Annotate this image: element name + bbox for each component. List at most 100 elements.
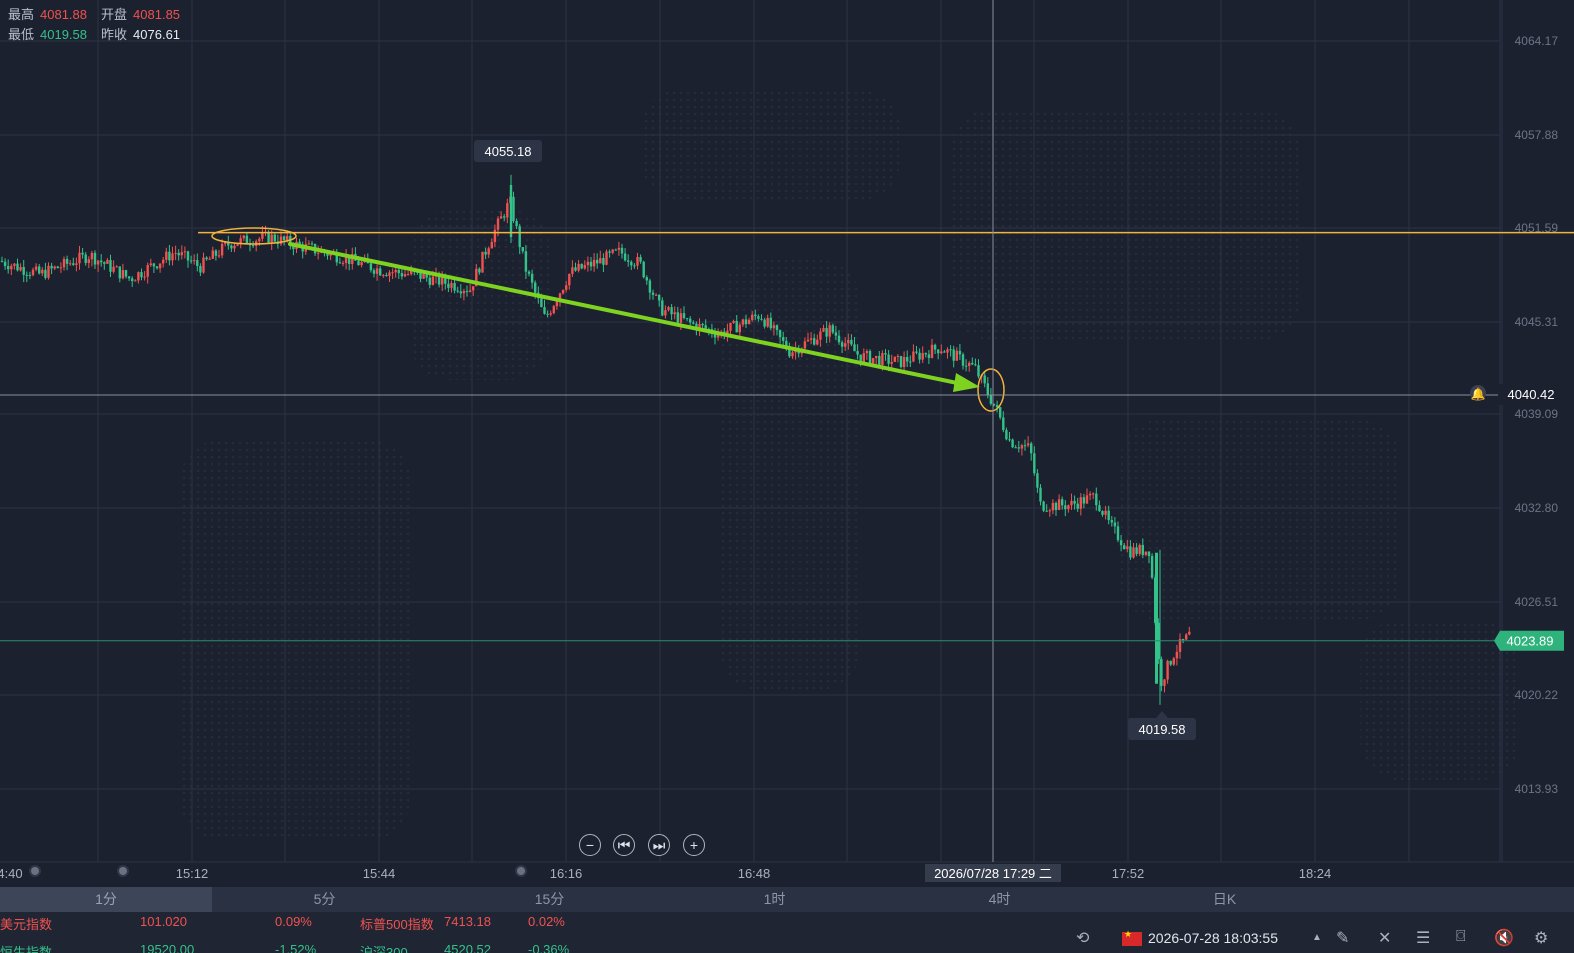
candle-body [515,220,518,227]
candle-body [84,254,87,263]
prev-close-value: 4076.61 [133,27,181,42]
candle-body [831,325,834,333]
candle-body [31,269,35,276]
ticker-item: 0.02% [528,914,565,929]
ticker-item: 4520.52 [444,942,491,953]
candle-body [47,265,50,278]
candle-body [459,291,462,294]
trend-arrow-head [953,373,980,392]
candle-body [493,229,497,243]
scroll-last-button[interactable]: ⏭ [648,834,670,856]
candle-body [341,262,345,264]
time-tick-label: 15:12 [176,866,209,881]
price-tick-label: 4057.88 [1515,128,1559,142]
candle-body [961,354,965,366]
candle-body [930,344,934,358]
caret-up-icon[interactable]: ▲ [1312,932,1322,943]
candle-body [735,320,738,333]
candle-body [3,261,7,267]
candle-body [7,266,10,270]
zoom-out-button[interactable]: − [579,834,601,856]
camera-icon[interactable]: ⌼ [1456,928,1466,946]
candle-body [633,265,636,267]
map-texture [180,440,410,840]
tab-15min[interactable]: 15分 [437,887,662,912]
candle-body [1123,545,1126,550]
candle-body [447,283,450,288]
candle-body [481,251,484,273]
candle-body [465,290,469,292]
tab-1min[interactable]: 1分 [0,887,212,912]
candle-body [53,266,56,269]
tab-1hour[interactable]: 1时 [662,887,887,912]
candle-body [692,322,695,324]
candle-body [651,292,655,295]
tools-icon[interactable]: ✕ [1378,928,1391,948]
tab-4hour[interactable]: 4时 [887,887,1112,912]
tab-daily[interactable]: 日K [1112,887,1337,912]
candle-body [1150,556,1154,578]
link-icon[interactable]: ⟲ [1076,928,1089,948]
candle-body [574,267,577,271]
scroll-first-button[interactable]: ⏮ [613,834,635,856]
candle-body [19,266,22,271]
list-icon[interactable]: ☰ [1416,928,1430,948]
candle-body [902,357,906,368]
ticker-item: -1.52% [275,942,317,953]
candle-body [251,245,255,247]
candle-body [552,306,555,314]
candle-body [673,312,676,315]
candle-body [521,247,524,252]
candle-body [38,266,41,274]
candle-body [983,375,986,384]
candle-body [741,319,745,325]
candle-body [193,260,196,262]
candle-body [1008,439,1011,441]
tab-5min[interactable]: 5分 [212,887,437,912]
candle-body [59,267,63,269]
mute-icon[interactable]: 🔇 [1494,928,1514,948]
candle-body [667,307,670,311]
ticker-item: 101.020 [140,914,187,929]
candle-body [946,349,949,353]
candle-body [571,267,574,274]
candle-body [608,251,611,253]
candle-body [286,236,289,241]
status-clock: 2026-07-28 18:03:55 [1148,930,1278,946]
candle-body [34,266,38,270]
candle-body [214,250,218,256]
time-tick-label: 16:48 [738,866,771,881]
candle-body [450,283,453,288]
candle-body [968,362,971,366]
candle-body [506,203,509,218]
candle-body [670,307,673,315]
candle-body [822,327,825,332]
candle-body [927,354,931,358]
candle-body [369,263,373,271]
zoom-in-button[interactable]: + [683,834,705,856]
info-row-1: 最高 4081.88 开盘 4081.85 [8,5,194,25]
candlestick-chart[interactable]: 4064.174057.884051.594045.314039.094032.… [0,0,1574,886]
settings-icon[interactable]: ⚙ [1534,928,1548,948]
candle-body [512,196,515,221]
candle-body [1076,503,1079,509]
edit-icon[interactable]: ✎ [1336,928,1349,948]
candle-body [881,353,884,366]
candle-body [1045,510,1048,512]
candle-body [937,349,940,354]
candle-body [658,294,661,301]
candle-body [856,351,859,355]
candle-body [1172,658,1175,665]
candle-body [468,290,472,292]
candle-body [317,252,320,254]
price-tick-label: 4039.09 [1515,407,1559,421]
candle-body [915,351,918,353]
candle-body [140,272,143,278]
chart-area[interactable]: 4064.17 4057.88 4051.59 4045.31 4039.09 4032.… [0,0,1574,886]
candle-body [527,271,531,274]
candle-body [242,235,245,239]
candle-body [382,275,385,277]
candle-body [1067,505,1070,510]
candle-body [577,263,580,271]
candle-body [592,259,596,267]
